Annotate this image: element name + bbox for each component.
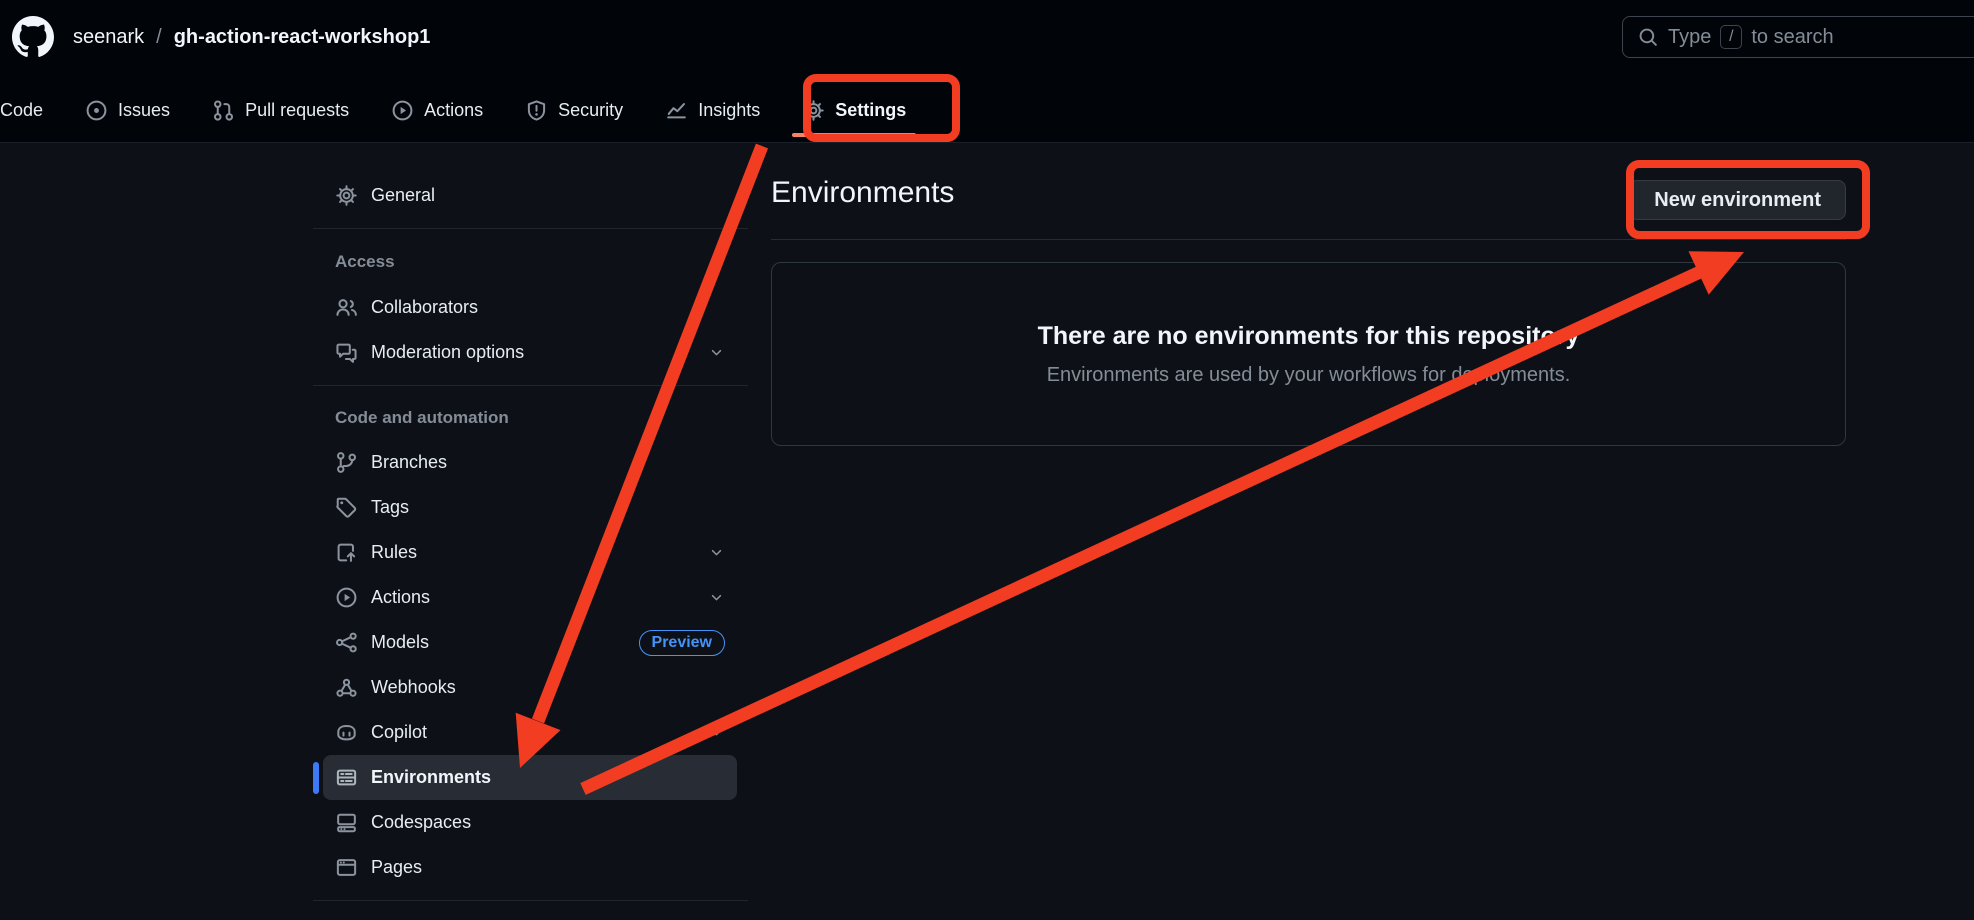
main-content: Environments New environment There are n… (771, 168, 1846, 446)
breadcrumb-repo[interactable]: gh-action-react-workshop1 (174, 26, 431, 49)
sidebar-item-rules[interactable]: Rules (323, 530, 737, 575)
empty-state-description: Environments are used by your workflows … (1047, 364, 1571, 387)
tab-pull-requests[interactable]: Pull requests (191, 78, 370, 142)
repo-nav: Code Issues Pull requests Actions Securi… (0, 78, 927, 142)
tab-label: Insights (698, 100, 760, 121)
settings-sidebar: General Access Collaborators Moderation … (313, 168, 750, 901)
sidebar-item-codespaces[interactable]: Codespaces (323, 800, 737, 845)
sidebar-item-actions[interactable]: Actions (323, 575, 737, 620)
sidebar-item-label: Rules (371, 542, 417, 563)
tab-label: Security (558, 100, 623, 121)
tab-issues[interactable]: Issues (64, 78, 191, 142)
tab-label: Pull requests (245, 100, 349, 121)
play-circle-icon (391, 99, 414, 122)
browser-icon (335, 856, 358, 879)
sidebar-section-code-and-automation: Code and automation (313, 403, 750, 433)
sidebar-item-label: Tags (371, 497, 409, 518)
issue-opened-icon (85, 99, 108, 122)
sidebar-item-webhooks[interactable]: Webhooks (323, 665, 737, 710)
breadcrumb-separator: / (156, 26, 162, 49)
chevron-down-icon (708, 589, 725, 606)
git-pull-request-icon (212, 99, 235, 122)
sidebar-divider (313, 900, 748, 901)
tab-settings[interactable]: Settings (781, 78, 927, 142)
play-circle-icon (335, 586, 358, 609)
sidebar-item-label: General (371, 185, 435, 206)
rules-icon (335, 541, 358, 564)
models-icon (335, 631, 358, 654)
sidebar-item-label: Collaborators (371, 297, 478, 318)
sidebar-item-label: Branches (371, 452, 447, 473)
page-header: Environments New environment (771, 168, 1846, 240)
sidebar-item-branches[interactable]: Branches (323, 440, 737, 485)
tab-label: Actions (424, 100, 483, 121)
breadcrumb-owner[interactable]: seenark (73, 26, 144, 49)
sidebar-item-environments[interactable]: Environments (323, 755, 737, 800)
server-icon (335, 766, 358, 789)
new-environment-button[interactable]: New environment (1629, 180, 1846, 220)
people-icon (335, 296, 358, 319)
gear-icon (802, 99, 825, 122)
sidebar-item-collaborators[interactable]: Collaborators (323, 285, 737, 330)
codespaces-icon (335, 811, 358, 834)
tab-label: Issues (118, 100, 170, 121)
sidebar-item-pages[interactable]: Pages (323, 845, 737, 890)
tab-actions[interactable]: Actions (370, 78, 504, 142)
sidebar-item-models[interactable]: Models Preview (323, 620, 737, 665)
breadcrumb: seenark / gh-action-react-workshop1 (12, 16, 430, 58)
search-placeholder-prefix: Type (1668, 26, 1711, 49)
sidebar-item-label: Pages (371, 857, 422, 878)
sidebar-item-label: Codespaces (371, 812, 471, 833)
preview-badge: Preview (639, 630, 725, 656)
webhook-icon (335, 676, 358, 699)
shield-icon (525, 99, 548, 122)
search-icon (1637, 26, 1659, 48)
comment-discussion-icon (335, 341, 358, 364)
page: seenark / gh-action-react-workshop1 Type… (0, 0, 1974, 920)
sidebar-item-label: Actions (371, 587, 430, 608)
chevron-down-icon (708, 724, 725, 741)
sidebar-item-label: Models (371, 632, 429, 653)
chevron-down-icon (708, 544, 725, 561)
tag-icon (335, 496, 358, 519)
sidebar-item-copilot[interactable]: Copilot (323, 710, 737, 755)
tab-label: Settings (835, 100, 906, 121)
sidebar-item-label: Moderation options (371, 342, 524, 363)
tab-code[interactable]: Code (0, 78, 64, 142)
top-header: seenark / gh-action-react-workshop1 Type… (0, 0, 1974, 143)
sidebar-divider (313, 228, 748, 229)
search-placeholder-suffix: to search (1751, 26, 1833, 49)
git-branch-icon (335, 451, 358, 474)
tab-security[interactable]: Security (504, 78, 644, 142)
sidebar-item-general[interactable]: General (323, 173, 737, 218)
graph-icon (665, 99, 688, 122)
selected-accent-bar (313, 762, 319, 794)
sidebar-item-label: Webhooks (371, 677, 456, 698)
slash-key-hint: / (1720, 25, 1742, 49)
sidebar-divider (313, 385, 748, 386)
sidebar-item-moderation-options[interactable]: Moderation options (323, 330, 737, 375)
search-input[interactable]: Type / to search (1622, 16, 1974, 58)
empty-state-title: There are no environments for this repos… (1038, 322, 1580, 351)
empty-state: There are no environments for this repos… (771, 262, 1846, 446)
github-logo-icon[interactable] (12, 16, 54, 58)
sidebar-item-label: Copilot (371, 722, 427, 743)
copilot-icon (335, 721, 358, 744)
sidebar-item-tags[interactable]: Tags (323, 485, 737, 530)
sidebar-section-access: Access (313, 247, 750, 277)
tab-label: Code (0, 100, 43, 121)
chevron-down-icon (708, 344, 725, 361)
tab-insights[interactable]: Insights (644, 78, 781, 142)
gear-icon (335, 184, 358, 207)
sidebar-item-label: Environments (371, 767, 491, 788)
